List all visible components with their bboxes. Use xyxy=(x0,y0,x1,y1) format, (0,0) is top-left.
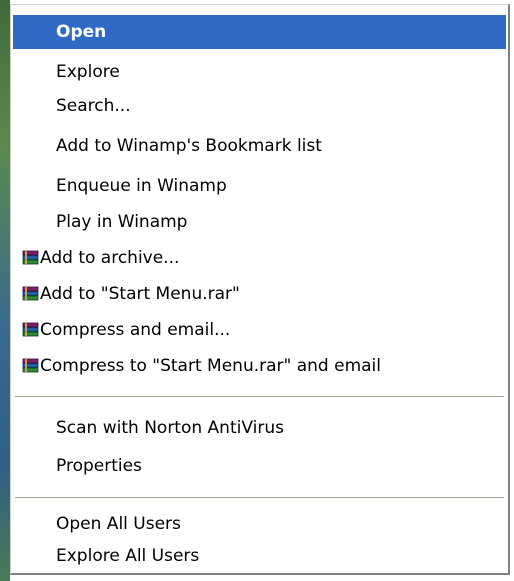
menu-item-label: Add to archive... xyxy=(40,248,180,268)
winrar-icon xyxy=(22,250,39,265)
menu-item-winamp-bookmark[interactable]: Add to Winamp's Bookmark list xyxy=(13,129,506,163)
winrar-icon xyxy=(22,358,39,373)
winrar-icon xyxy=(22,322,39,337)
menu-item-label: Properties xyxy=(56,456,142,476)
menu-item-search[interactable]: Search... xyxy=(13,89,506,123)
menu-item-label: Explore All Users xyxy=(56,546,200,566)
menu-item-label: Open xyxy=(56,22,107,42)
menu-item-label: Play in Winamp xyxy=(56,212,188,232)
menu-item-open-all-users[interactable]: Open All Users xyxy=(13,507,506,541)
menu-item-label: Open All Users xyxy=(56,514,181,534)
menu-item-properties[interactable]: Properties xyxy=(13,449,506,483)
menu-item-label: Explore xyxy=(56,62,120,82)
menu-item-compress-to-rar-and-email[interactable]: Compress to "Start Menu.rar" and email xyxy=(13,349,506,383)
menu-item-add-to-archive[interactable]: Add to archive... xyxy=(13,241,506,275)
menu-item-label: Search... xyxy=(56,96,131,116)
menu-item-label: Scan with Norton AntiVirus xyxy=(56,418,284,438)
desktop-background xyxy=(0,0,10,581)
menu-item-enqueue-winamp[interactable]: Enqueue in Winamp xyxy=(13,169,506,203)
menu-item-compress-and-email[interactable]: Compress and email... xyxy=(13,313,506,347)
context-menu: Open Explore Search... Add to Winamp's B… xyxy=(10,4,510,575)
menu-item-label: Compress and email... xyxy=(40,320,231,340)
menu-item-scan-norton[interactable]: Scan with Norton AntiVirus xyxy=(13,411,506,445)
menu-item-play-winamp[interactable]: Play in Winamp xyxy=(13,205,506,239)
menu-item-label: Add to Winamp's Bookmark list xyxy=(56,136,322,156)
menu-item-explore-all-users[interactable]: Explore All Users xyxy=(13,539,506,573)
menu-item-explore[interactable]: Explore xyxy=(13,55,506,89)
menu-item-label: Add to "Start Menu.rar" xyxy=(40,284,240,304)
menu-item-open[interactable]: Open xyxy=(13,15,506,49)
winrar-icon xyxy=(22,286,39,301)
menu-item-add-to-start-menu-rar[interactable]: Add to "Start Menu.rar" xyxy=(13,277,506,311)
menu-item-label: Compress to "Start Menu.rar" and email xyxy=(40,356,382,376)
menu-item-label: Enqueue in Winamp xyxy=(56,176,227,196)
menu-separator xyxy=(15,497,504,498)
menu-separator xyxy=(15,396,504,397)
